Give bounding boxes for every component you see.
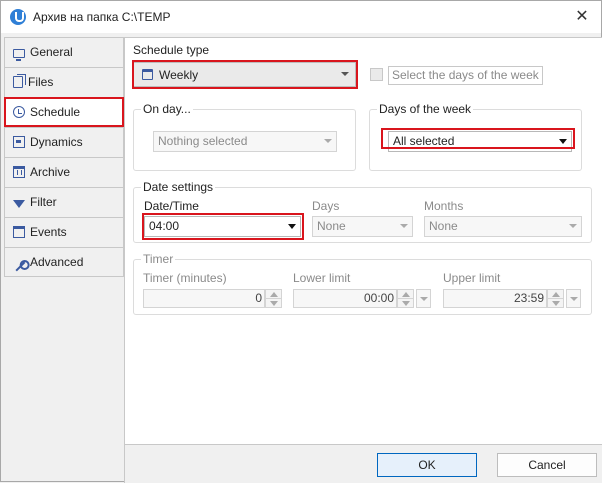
upper-limit-input[interactable]: 23:59 bbox=[443, 289, 547, 308]
spinner-divider bbox=[266, 298, 281, 299]
spin-up-icon bbox=[552, 292, 560, 297]
date-settings-title: Date settings bbox=[141, 180, 216, 194]
tab-label: Advanced bbox=[30, 255, 84, 269]
schedule-type-label: Schedule type bbox=[133, 43, 210, 57]
highlight-box bbox=[381, 128, 575, 149]
tab-events[interactable]: Events bbox=[4, 217, 124, 247]
days-label: Days bbox=[312, 199, 340, 213]
window-title: Архив на папка C:\TEMP bbox=[33, 10, 171, 24]
tab-general[interactable]: General bbox=[4, 37, 124, 67]
chevron-down-icon bbox=[569, 224, 577, 228]
tab-label: Archive bbox=[30, 165, 71, 179]
timer-minutes-spinner[interactable] bbox=[265, 289, 282, 308]
tab-archive[interactable]: Archive bbox=[4, 157, 124, 187]
chevron-down-icon bbox=[400, 224, 408, 228]
sidebar-tabs: General Files Schedule Dynamics Archive … bbox=[4, 37, 124, 277]
days-value: None bbox=[317, 219, 346, 233]
highlight-box bbox=[142, 213, 304, 240]
calendar-icon bbox=[13, 226, 25, 238]
app-logo-icon bbox=[10, 9, 26, 25]
lower-limit-spinner[interactable] bbox=[397, 289, 414, 308]
files-icon bbox=[13, 74, 26, 88]
spinner-divider bbox=[398, 298, 413, 299]
tab-label: Dynamics bbox=[30, 135, 83, 149]
spinner-divider bbox=[548, 298, 563, 299]
tab-label: General bbox=[30, 45, 73, 59]
tab-dynamics[interactable]: Dynamics bbox=[4, 127, 124, 157]
ok-button[interactable]: OK bbox=[377, 453, 477, 477]
timer-minutes-input[interactable]: 0 bbox=[143, 289, 265, 308]
monitor-icon bbox=[13, 49, 25, 61]
spin-down-icon bbox=[552, 301, 560, 306]
tab-label: Filter bbox=[30, 195, 57, 209]
select-days-checkbox[interactable] bbox=[370, 68, 383, 81]
months-value: None bbox=[429, 219, 458, 233]
spin-down-icon bbox=[402, 301, 410, 306]
close-button[interactable]: ✕ bbox=[569, 5, 595, 29]
upper-limit-label: Upper limit bbox=[443, 271, 501, 285]
datetime-label: Date/Time bbox=[144, 199, 199, 213]
spin-up-icon bbox=[402, 292, 410, 297]
on-day-title: On day... bbox=[141, 102, 193, 116]
months-dropdown[interactable]: None bbox=[424, 216, 582, 237]
chevron-down-icon bbox=[420, 297, 428, 301]
cancel-button[interactable]: Cancel bbox=[497, 453, 597, 477]
spin-down-icon bbox=[270, 301, 278, 306]
upper-limit-spinner[interactable] bbox=[547, 289, 564, 308]
tab-files[interactable]: Files bbox=[4, 67, 124, 97]
tab-label: Schedule bbox=[30, 105, 81, 119]
lower-limit-input[interactable]: 00:00 bbox=[293, 289, 397, 308]
tab-label: Events bbox=[30, 225, 67, 239]
days-of-week-title: Days of the week bbox=[377, 102, 474, 116]
title-bar: Архив на папка C:\TEMP ✕ bbox=[1, 1, 601, 33]
wrench-icon bbox=[12, 258, 26, 272]
tab-label: Files bbox=[28, 75, 54, 89]
spin-up-icon bbox=[270, 292, 278, 297]
chevron-down-icon bbox=[324, 139, 332, 143]
tab-filter[interactable]: Filter bbox=[4, 187, 124, 217]
alarm-clock-icon bbox=[13, 106, 25, 118]
filter-icon bbox=[13, 200, 25, 208]
lower-limit-label: Lower limit bbox=[293, 271, 351, 285]
timer-minutes-label: Timer (minutes) bbox=[143, 271, 227, 285]
chevron-down-icon bbox=[570, 297, 578, 301]
select-days-label: Select the days of the week bbox=[388, 66, 543, 85]
upper-limit-dropdown[interactable] bbox=[566, 289, 581, 308]
highlight-box bbox=[132, 60, 358, 89]
dynamics-icon bbox=[13, 136, 25, 148]
months-label: Months bbox=[424, 199, 464, 213]
days-dropdown[interactable]: None bbox=[312, 216, 413, 237]
archive-icon bbox=[13, 166, 25, 178]
lower-limit-dropdown[interactable] bbox=[416, 289, 431, 308]
timer-title: Timer bbox=[141, 252, 176, 266]
dialog-window: Архив на папка C:\TEMP ✕ General Files S… bbox=[0, 0, 602, 483]
tab-schedule[interactable]: Schedule bbox=[4, 97, 124, 127]
tab-advanced[interactable]: Advanced bbox=[4, 247, 124, 277]
on-day-value: Nothing selected bbox=[158, 134, 248, 148]
on-day-dropdown[interactable]: Nothing selected bbox=[153, 131, 337, 152]
